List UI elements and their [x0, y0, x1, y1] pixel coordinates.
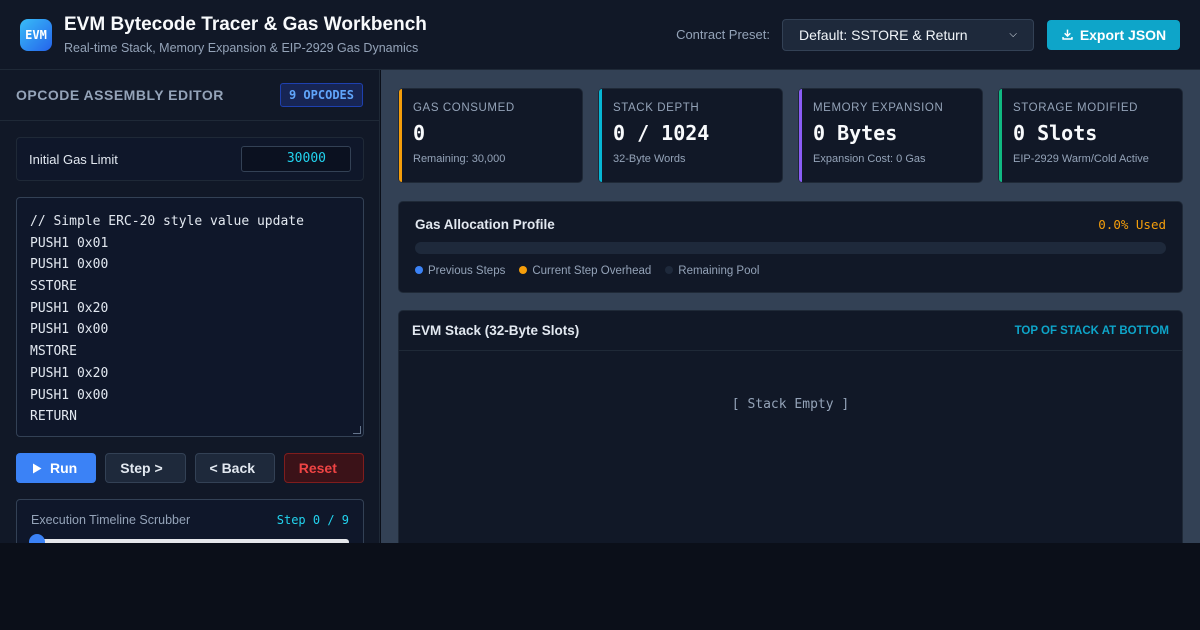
code-line: PUSH1 0x20: [30, 300, 109, 316]
stat-value: 0: [413, 121, 426, 145]
legend-dot-icon: [519, 265, 528, 274]
memory-expansion-card: MEMORY EXPANSION 0 Bytes Expansion Cost: 0…: [798, 88, 983, 183]
run-label: Run: [50, 460, 78, 476]
storage-modified-card: STORAGE MODIFIED 0 Slots EIP-2929 Warm/Col…: [998, 88, 1183, 183]
stack-orientation-note: TOP OF STACK AT BOTTOM: [1014, 324, 1169, 337]
stack-depth-card: STACK DEPTH 0 / 1024 32-Byte Words: [598, 88, 783, 183]
app-subtitle: Real-time Stack, Memory Expansion & EIP-…: [64, 41, 419, 55]
stat-accent-bar: [599, 89, 602, 182]
code-line: SSTORE: [30, 279, 77, 295]
app-logo: EVM: [20, 18, 52, 51]
stack-title: EVM Stack (32-Byte Slots): [412, 323, 580, 338]
reset-button[interactable]: Reset: [283, 453, 364, 483]
logo-text: EVM: [25, 27, 47, 42]
stat-accent-bar: [399, 89, 402, 182]
stat-subtext: EIP-2929 Warm/Cold Active: [1013, 153, 1149, 165]
code-line: MSTORE: [30, 344, 77, 360]
gas-used-percent: 0.0% Used: [1098, 217, 1166, 232]
preset-select[interactable]: Default: SSTORE & Return ⌵: [782, 18, 1034, 51]
resize-handle[interactable]: [353, 426, 361, 434]
stat-title: STACK DEPTH: [613, 102, 700, 114]
legend-item: Current Step Overhead: [519, 265, 651, 277]
stat-title: MEMORY EXPANSION: [813, 102, 944, 114]
stats-row: GAS CONSUMED 0 Remaining: 30,000 STACK DEPT…: [398, 88, 1183, 183]
code-line: PUSH1 0x00: [30, 257, 109, 273]
preset-value: Default: SSTORE & Return: [799, 26, 968, 43]
code-line: PUSH1 0x00: [30, 322, 109, 338]
legend-label: Current Step Overhead: [532, 265, 652, 277]
legend-dot-icon: [415, 265, 423, 274]
gas-profile-title: Gas Allocation Profile: [415, 217, 555, 232]
stat-subtext: Expansion Cost: 0 Gas: [813, 153, 926, 165]
opcode-count-badge: 9 OPCODES: [279, 83, 363, 107]
legend-item: Previous Steps: [415, 265, 505, 277]
download-icon: [1062, 29, 1073, 40]
legend-item: Remaining Pool: [665, 265, 759, 277]
stat-accent-bar: [799, 89, 802, 182]
step-forward-button[interactable]: Step >: [105, 453, 186, 483]
code-line: // Simple ERC-20 style value update: [30, 214, 304, 229]
code-line: RETURN: [30, 409, 77, 425]
stat-value: 0 Slots: [1013, 121, 1098, 145]
stack-header: EVM Stack (32-Byte Slots) TOP OF STACK A…: [399, 311, 1182, 351]
gas-allocation-bar: [415, 242, 1166, 254]
legend-dot-icon: [665, 265, 674, 274]
legend-label: Previous Steps: [428, 265, 506, 277]
gas-limit-input[interactable]: 30000: [241, 146, 351, 172]
stat-value: 0 / 1024: [613, 121, 710, 145]
chevron-down-icon: ⌵: [1009, 29, 1017, 40]
stack-empty-message: [ Stack Empty ]: [731, 397, 850, 412]
preset-label: Contract Preset:: [676, 27, 770, 42]
gas-limit-label: Initial Gas Limit: [29, 151, 118, 167]
title-group: EVM Bytecode Tracer & Gas Workbench Real…: [64, 14, 427, 55]
step-back-button[interactable]: < Back: [194, 453, 275, 483]
app-header: EVM EVM Bytecode Tracer & Gas Workbench …: [0, 0, 1200, 70]
scrubber-label: Execution Timeline Scrubber: [31, 513, 191, 527]
export-label: Export JSON: [1079, 26, 1167, 43]
scrubber-header: Execution Timeline Scrubber Step 0 / 9: [31, 513, 349, 527]
stat-accent-bar: [999, 89, 1002, 182]
main-panel: GAS CONSUMED 0 Remaining: 30,000 STACK DEPT…: [381, 70, 1200, 543]
stat-subtext: 32-Byte Words: [613, 153, 686, 165]
editor-panel-title: OPCODE ASSEMBLY EDITOR: [16, 87, 224, 103]
play-icon: [33, 463, 42, 473]
editor-panel: OPCODE ASSEMBLY EDITOR 9 OPCODES Initial…: [0, 70, 380, 543]
opcode-editor-textarea[interactable]: // Simple ERC-20 style value update PUSH1…: [16, 197, 364, 437]
code-line: PUSH1 0x20: [30, 365, 109, 381]
scrubber-step-readout: Step 0 / 9: [276, 513, 349, 527]
code-line: PUSH1 0x01: [30, 235, 109, 251]
gas-allocation-profile: Gas Allocation Profile 0.0% Used Previou…: [398, 201, 1183, 293]
app-title: EVM Bytecode Tracer & Gas Workbench: [64, 14, 427, 35]
gas-limit-row: Initial Gas Limit 30000: [16, 137, 364, 181]
editor-panel-header: OPCODE ASSEMBLY EDITOR 9 OPCODES: [0, 70, 379, 121]
export-json-button[interactable]: Export JSON: [1047, 19, 1180, 50]
page-background: [0, 543, 1200, 630]
legend-label: Remaining Pool: [678, 265, 760, 277]
header-controls: Contract Preset: Default: SSTORE & Retur…: [676, 18, 1180, 51]
stat-title: STORAGE MODIFIED: [1013, 102, 1139, 114]
code-line: PUSH1 0x00: [30, 387, 109, 403]
gas-legend: Previous Steps Current Step Overhead Remai…: [415, 265, 1166, 277]
gas-consumed-card: GAS CONSUMED 0 Remaining: 30,000: [398, 88, 583, 183]
timeline-scrubber: Execution Timeline Scrubber Step 0 / 9: [16, 499, 364, 543]
stat-title: GAS CONSUMED: [413, 102, 515, 114]
evm-stack-panel: EVM Stack (32-Byte Slots) TOP OF STACK A…: [398, 310, 1183, 543]
scrubber-thumb[interactable]: [29, 534, 45, 543]
gas-profile-header: Gas Allocation Profile 0.0% Used: [415, 217, 1166, 232]
control-buttons: Run Step > < Back Reset: [16, 453, 364, 483]
stat-subtext: Remaining: 30,000: [413, 153, 506, 165]
run-button[interactable]: Run: [16, 453, 97, 483]
stat-value: 0 Bytes: [813, 121, 898, 145]
